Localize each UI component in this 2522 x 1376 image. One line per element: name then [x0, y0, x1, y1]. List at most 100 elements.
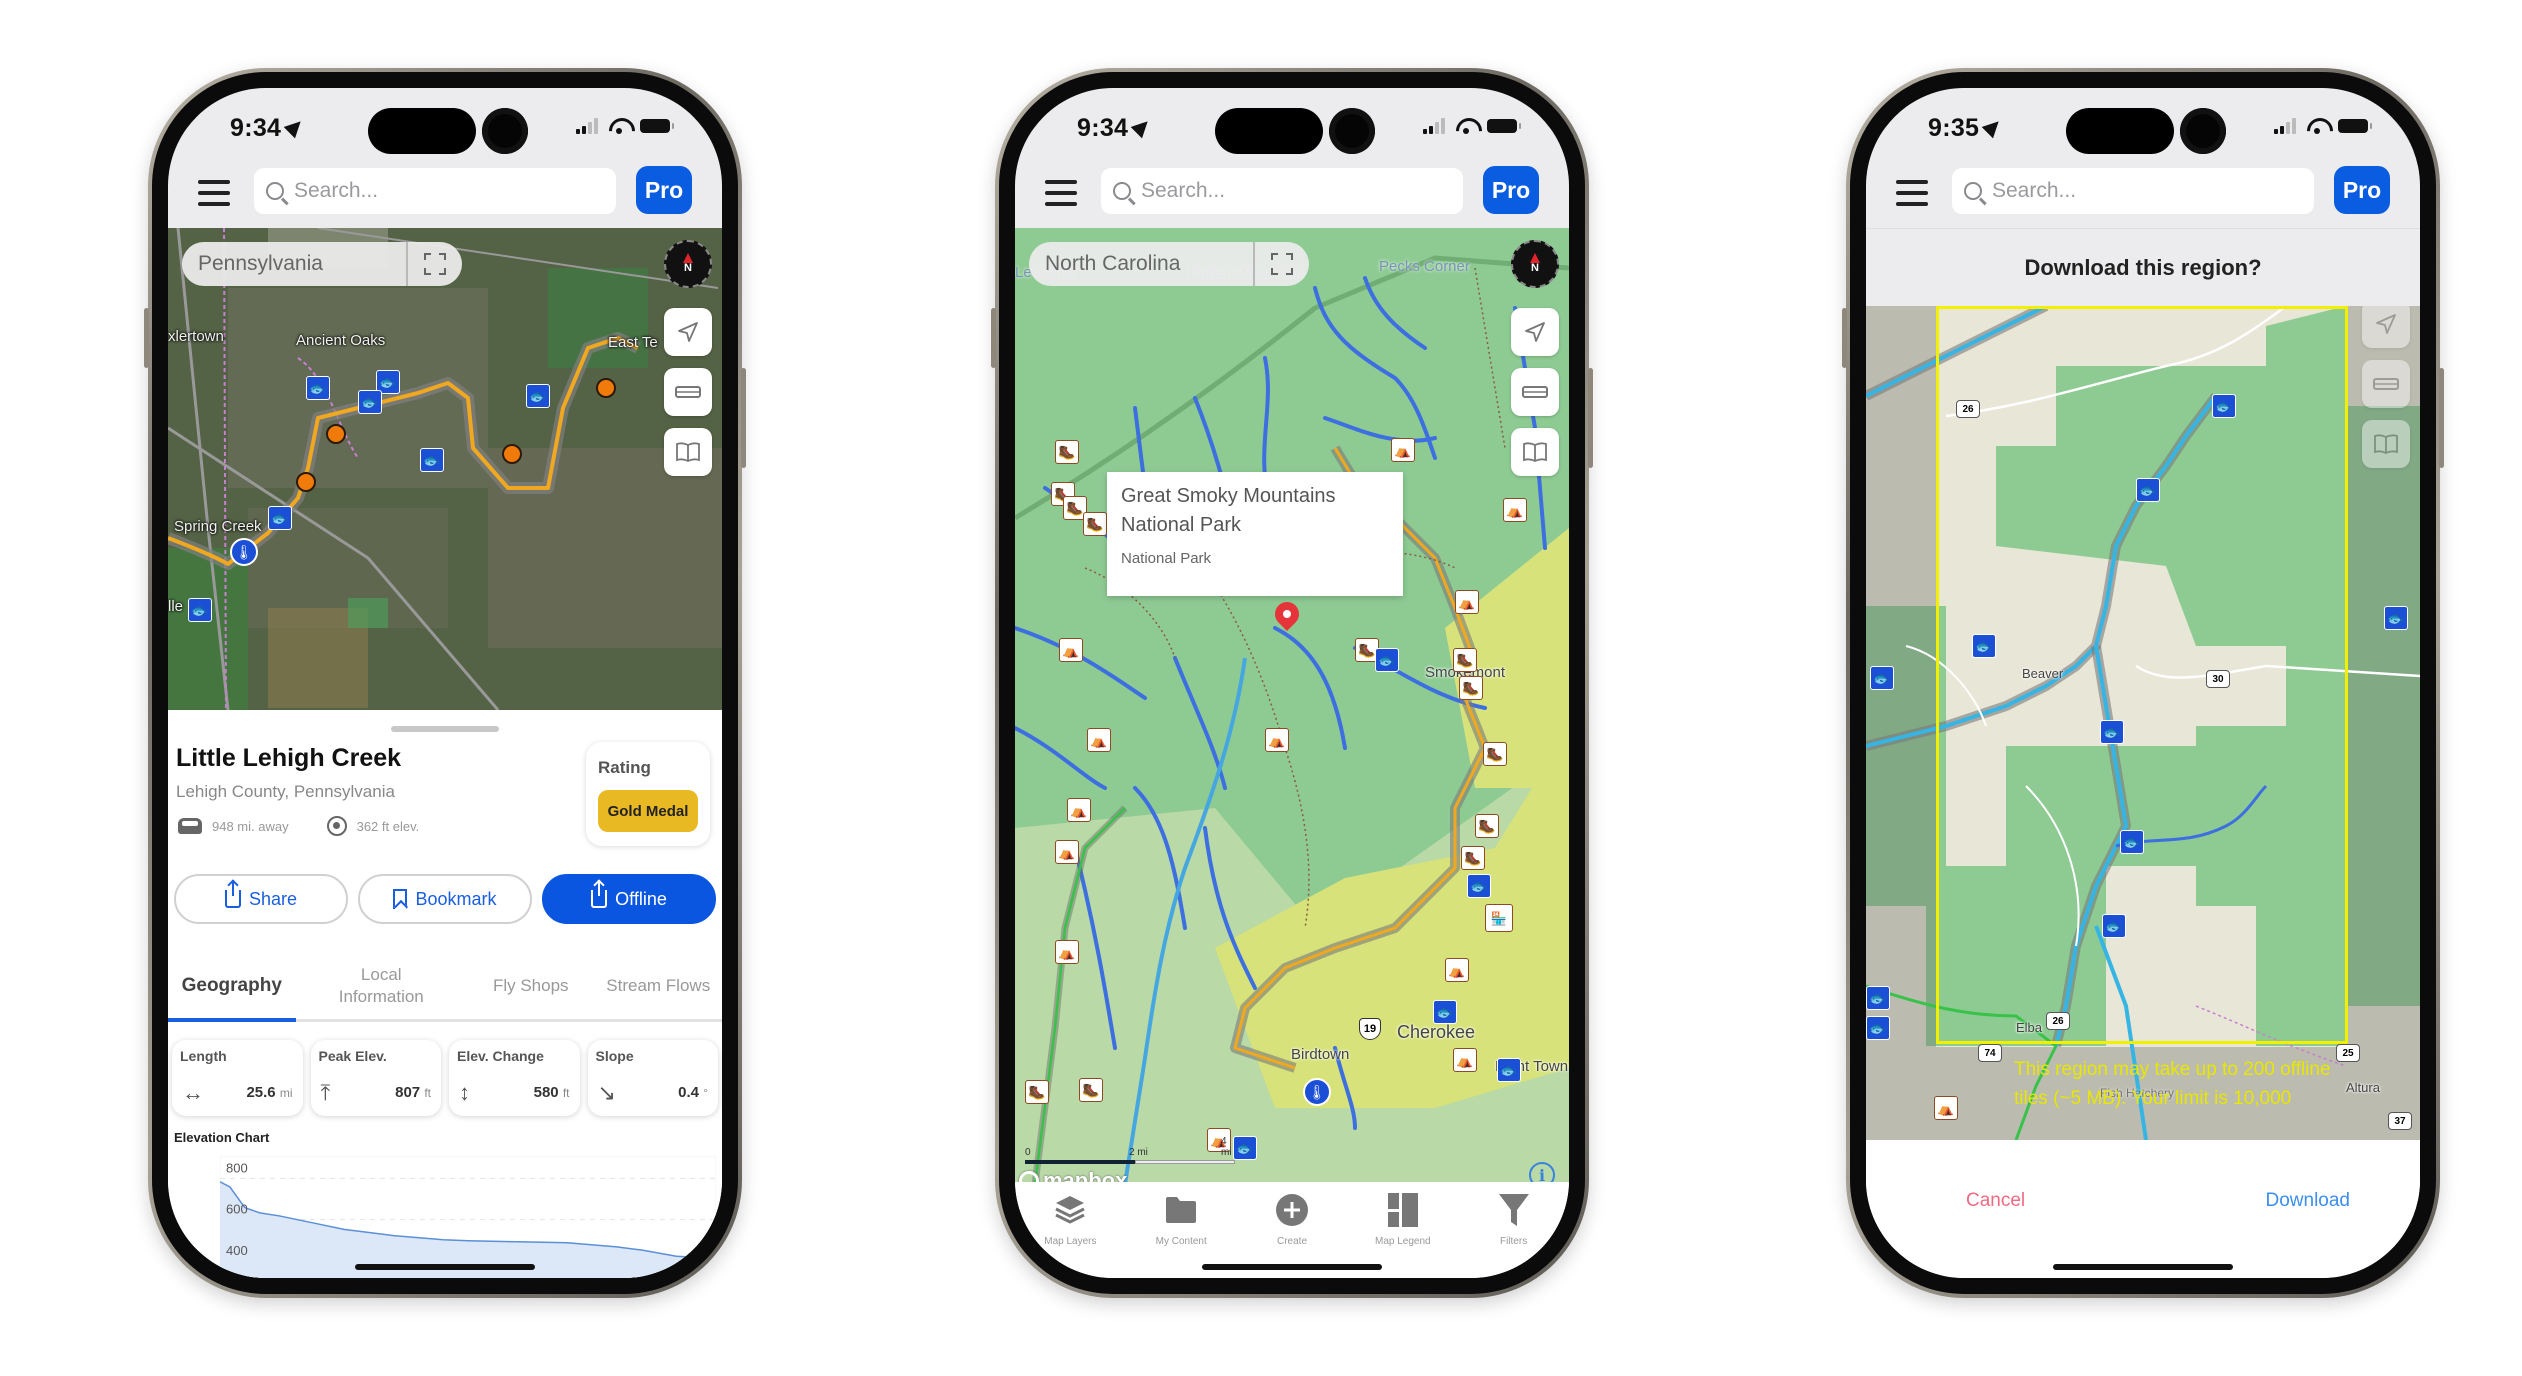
fishing-access-icon[interactable]: 🐟	[1467, 874, 1491, 898]
fishing-access-icon[interactable]: 🐟	[1870, 666, 1894, 690]
compass-icon[interactable]: N	[664, 240, 712, 288]
campground-icon[interactable]: ⛺	[1391, 438, 1415, 462]
search-bar[interactable]	[1101, 168, 1463, 214]
tab-filters[interactable]: Filters	[1458, 1192, 1569, 1278]
fishing-access-icon[interactable]: 🐟	[306, 376, 330, 400]
fishing-access-icon[interactable]: 🐟	[1972, 634, 1996, 658]
fishing-access-icon[interactable]: 🐟	[1866, 986, 1890, 1010]
measure-button[interactable]	[664, 368, 712, 416]
map-satellite[interactable]: xlertown Ancient Oaks East Te Spring Cre…	[168, 228, 722, 710]
offline-button[interactable]: Offline	[542, 874, 716, 924]
fishing-access-icon[interactable]: 🐟	[1866, 1016, 1890, 1040]
pro-button[interactable]: Pro	[2334, 166, 2390, 214]
fullscreen-button[interactable]	[406, 242, 462, 286]
info-icon[interactable]: i	[1529, 1162, 1555, 1184]
tab-map-layers[interactable]: Map Layers	[1015, 1192, 1126, 1278]
hiking-icon[interactable]: 🥾	[1461, 846, 1485, 870]
campground-icon[interactable]: ⛺	[1087, 728, 1111, 752]
fishing-access-icon[interactable]: 🐟	[2136, 478, 2160, 502]
menu-icon[interactable]	[1045, 180, 1077, 206]
elevation-text: 362 ft elev.	[356, 818, 420, 834]
campground-icon[interactable]: ⛺	[1455, 590, 1479, 614]
download-region-map[interactable]: Beaver Elba Altura Fish Hatchery 26 30 2…	[1866, 306, 2420, 1140]
region-selector[interactable]: North Carolina	[1029, 242, 1309, 286]
campground-icon[interactable]: ⛺	[1055, 840, 1079, 864]
tab-local-information[interactable]: Local Information	[296, 952, 468, 1019]
cancel-button[interactable]: Cancel	[1966, 1190, 2025, 1212]
hiking-icon[interactable]: 🥾	[1453, 648, 1477, 672]
hiking-icon[interactable]: 🥾	[1083, 512, 1107, 536]
locate-me-button[interactable]	[1511, 308, 1559, 356]
camera	[482, 108, 528, 154]
tab-fly-shops[interactable]: Fly Shops	[467, 952, 595, 1019]
search-input[interactable]	[1992, 179, 2292, 203]
hiking-icon[interactable]: 🥾	[1483, 742, 1507, 766]
waypoint-marker[interactable]	[596, 378, 616, 398]
share-button[interactable]: Share	[174, 874, 348, 924]
hiking-icon[interactable]: 🥾	[1055, 440, 1079, 464]
sheet-grabber[interactable]	[391, 726, 499, 732]
fishing-access-icon[interactable]: 🐟	[1497, 1058, 1521, 1082]
pro-button[interactable]: Pro	[1483, 166, 1539, 214]
search-bar[interactable]	[1952, 168, 2314, 214]
location-arrow-icon	[1130, 115, 1154, 139]
tab-geography[interactable]: Geography	[168, 952, 296, 1022]
book-icon	[676, 442, 700, 462]
fishing-access-icon[interactable]: 🐟	[268, 506, 292, 530]
campground-icon[interactable]: ⛺	[1445, 958, 1469, 982]
map-label: Elba	[2016, 1020, 2043, 1035]
rating-label: Rating	[598, 758, 651, 777]
stream-gauge-icon[interactable]: 🌡	[230, 538, 258, 566]
fishing-access-icon[interactable]: 🐟	[2100, 720, 2124, 744]
fishing-access-icon[interactable]: 🐟	[1375, 648, 1399, 672]
campground-icon[interactable]: ⛺	[1503, 498, 1527, 522]
waypoint-marker[interactable]	[296, 472, 316, 492]
stream-gauge-icon[interactable]: 🌡	[1303, 1078, 1331, 1106]
download-button[interactable]: Download	[2266, 1190, 2351, 1212]
hiking-icon[interactable]: 🥾	[1079, 1078, 1103, 1102]
fishing-access-icon[interactable]: 🐟	[420, 448, 444, 472]
place-popup[interactable]: Great Smoky Mountains National Park Nati…	[1107, 472, 1403, 596]
region-selector[interactable]: Pennsylvania	[182, 242, 462, 286]
guide-button[interactable]	[1511, 428, 1559, 476]
campground-icon[interactable]: ⛺	[1067, 798, 1091, 822]
fishing-access-icon[interactable]: 🐟	[358, 390, 382, 414]
campground-icon[interactable]: ⛺	[1265, 728, 1289, 752]
fishing-access-icon[interactable]: 🐟	[2384, 606, 2408, 630]
measure-button[interactable]	[1511, 368, 1559, 416]
waypoint-marker[interactable]	[326, 424, 346, 444]
search-input[interactable]	[1141, 179, 1441, 203]
compass-icon[interactable]: N	[1511, 240, 1559, 288]
search-input[interactable]	[294, 179, 594, 203]
locate-me-button[interactable]	[664, 308, 712, 356]
hiking-icon[interactable]: 🥾	[1475, 814, 1499, 838]
fishing-access-icon[interactable]: 🐟	[188, 598, 212, 622]
menu-icon[interactable]	[198, 180, 230, 206]
fullscreen-button[interactable]	[1253, 242, 1309, 286]
filter-icon	[1496, 1192, 1532, 1228]
pro-button[interactable]: Pro	[636, 166, 692, 214]
bookmark-button[interactable]: Bookmark	[358, 874, 532, 924]
download-selection-box[interactable]	[1936, 306, 2348, 1044]
fishing-access-icon[interactable]: 🐟	[2120, 830, 2144, 854]
campground-icon[interactable]: ⛺	[1453, 1048, 1477, 1072]
guide-button[interactable]	[664, 428, 712, 476]
campground-icon[interactable]: ⛺	[1934, 1096, 1958, 1120]
wifi-icon	[608, 118, 630, 134]
fishing-access-icon[interactable]: 🐟	[2102, 914, 2126, 938]
fishing-access-icon[interactable]: 🐟	[1433, 1000, 1457, 1024]
hiking-icon[interactable]: 🥾	[1459, 676, 1483, 700]
menu-icon[interactable]	[1896, 180, 1928, 206]
fishing-access-icon[interactable]: 🐟	[1233, 1136, 1257, 1160]
store-icon[interactable]: 🏪	[1485, 904, 1513, 932]
stage: 9:34 Pro	[0, 0, 2522, 1376]
waypoint-marker[interactable]	[502, 444, 522, 464]
hiking-icon[interactable]: 🥾	[1025, 1080, 1049, 1104]
map-topo[interactable]: Le Conte Porters Mountain Pecks Corner S…	[1015, 228, 1569, 1184]
search-bar[interactable]	[254, 168, 616, 214]
campground-icon[interactable]: ⛺	[1055, 940, 1079, 964]
fishing-access-icon[interactable]: 🐟	[526, 384, 550, 408]
campground-icon[interactable]: ⛺	[1059, 638, 1083, 662]
fishing-access-icon[interactable]: 🐟	[2212, 394, 2236, 418]
tab-stream-flows[interactable]: Stream Flows	[595, 952, 723, 1019]
